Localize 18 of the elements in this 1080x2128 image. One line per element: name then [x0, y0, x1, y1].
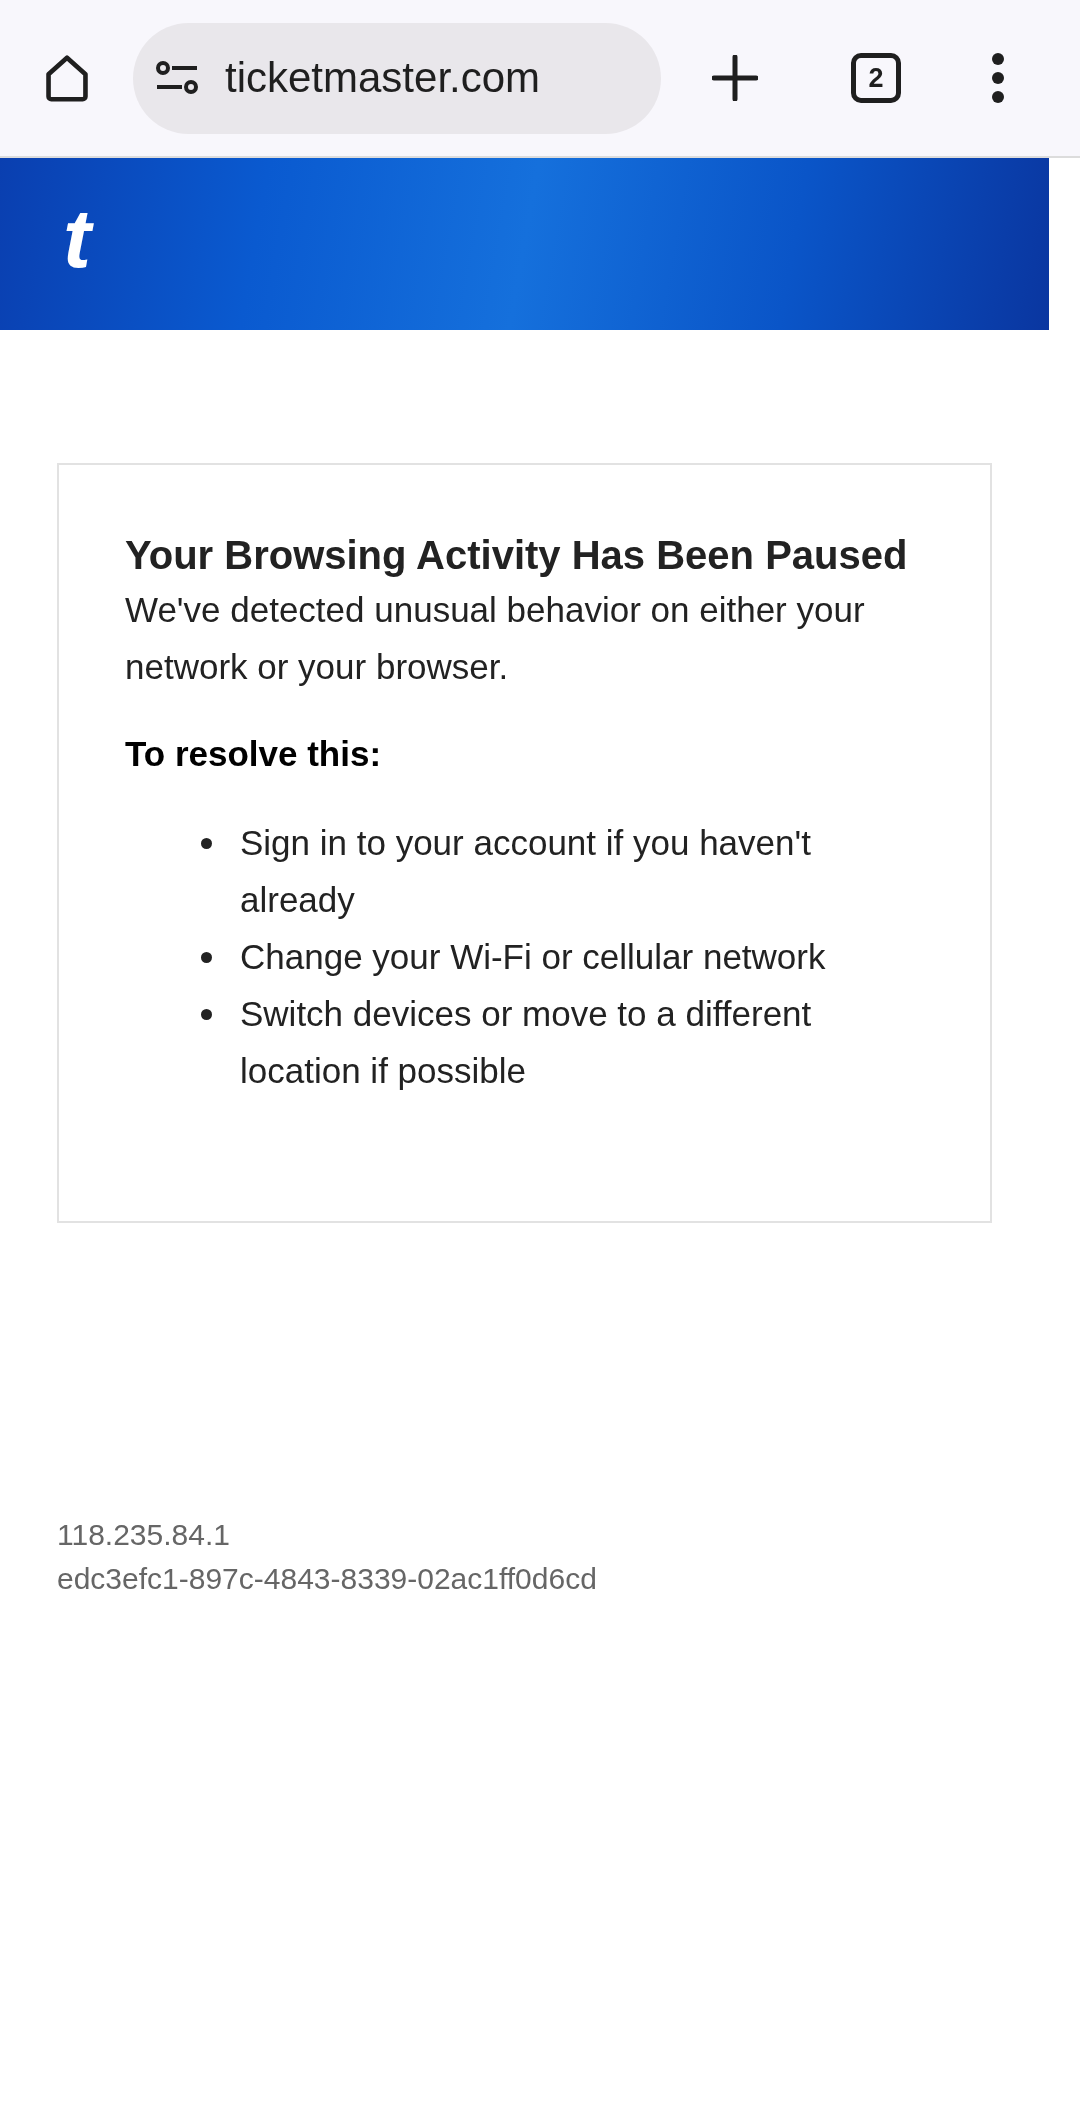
bullet-icon [201, 838, 212, 849]
address-bar[interactable]: ticketmaster.com [133, 22, 661, 134]
request-id: edc3efc1-897c-4843-8339-02ac1ff0d6cd [57, 1561, 598, 1597]
notice-title: Your Browsing Activity Has Been Paused [125, 532, 909, 579]
step-text: Sign in to your account if you haven't already [240, 822, 812, 921]
step-text: Change your Wi-Fi or cellular network [240, 936, 827, 978]
resolve-heading: To resolve this: [125, 734, 383, 774]
plus-icon[interactable] [712, 55, 758, 101]
url-text: ticketmaster.com [225, 54, 541, 102]
bullet-icon [201, 952, 212, 963]
site-settings-icon[interactable] [155, 61, 199, 95]
notice-message: We've detected unusual behavior on either your network or your browser. [125, 589, 866, 688]
ip-address: 118.235.84.1 [57, 1517, 231, 1553]
tab-switcher-button[interactable]: 2 [851, 53, 901, 103]
home-icon[interactable] [43, 54, 91, 102]
bullet-icon [201, 1009, 212, 1020]
step-text: Switch devices or move to a different location if possible [240, 993, 813, 1092]
menu-icon[interactable] [991, 53, 1005, 103]
